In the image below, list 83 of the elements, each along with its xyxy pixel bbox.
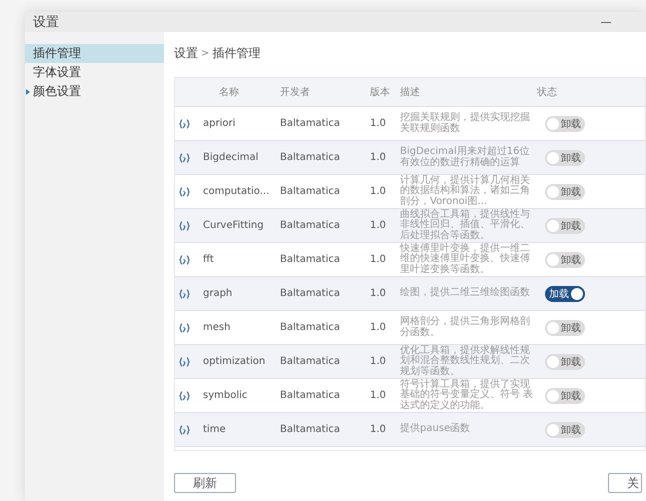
version-cell-text: 1.0 <box>370 424 387 435</box>
version-cell-text: 1.0 <box>370 152 387 163</box>
description-cell-text: 计算几何，提供计算几何相关的数据结构和算法，诸如三角剖分，Voronoi图... <box>400 176 531 208</box>
plugin-name: CurveFitting <box>203 220 265 231</box>
breadcrumb-item[interactable]: 设置 <box>174 44 198 62</box>
column-header: 开发者 <box>280 86 311 99</box>
function-icon <box>179 322 190 332</box>
load-toggle[interactable]: 卸载 <box>545 252 585 268</box>
version-cell-text: 1.0 <box>370 186 387 197</box>
close-button[interactable]: 关 <box>608 473 642 493</box>
sidebar-item[interactable]: 字体设置 <box>25 63 164 82</box>
table-row[interactable]: graph Baltamatica 1.0 绘图，提供二维三维绘图函数 加载 <box>175 277 645 311</box>
description-cell-text: BigDecimal用来对超过16位有效位的数进行精确的运算 <box>400 147 530 168</box>
version-cell-text: 1.0 <box>370 356 387 367</box>
version-cell-text: 1.0 <box>370 254 387 265</box>
load-toggle[interactable]: 卸载 <box>545 116 585 132</box>
function-icon <box>179 424 190 434</box>
load-toggle[interactable]: 卸载 <box>545 218 585 234</box>
plugin-name: mesh <box>203 322 232 333</box>
table-row[interactable]: optimization Baltamatica 1.0 优化工具箱，提供求解线性规划和混合整数线性规划、二次规划等函数。 卸载 <box>175 345 645 379</box>
table-row[interactable]: CurveFitting Baltamatica 1.0 曲线拟合工具箱，提供线性与非线性回归、插值、平滑化、后处理拟合等函数。 卸载 <box>175 209 645 243</box>
function-icon <box>179 254 190 264</box>
developer-cell-text: Baltamatica <box>280 288 342 299</box>
table-row[interactable]: Bigdecimal Baltamatica 1.0 BigDecimal用来对超过16位有效位的数进行精确的运算 卸载 <box>175 141 645 175</box>
version-cell-text: 1.0 <box>370 118 387 129</box>
caret-icon[interactable] <box>26 89 30 95</box>
developer-cell-text: Baltamatica <box>280 186 342 197</box>
description-cell-text: 符号计算工具箱，提供了实现基础的符号变量定义、符号 表达式的定义的功能。 <box>400 380 534 412</box>
developer-cell-text: Baltamatica <box>280 118 342 129</box>
description-cell-text: 绘图，提供二维三维绘图函数 <box>400 288 531 299</box>
load-toggle[interactable]: 卸载 <box>545 320 585 336</box>
description-cell-text: 网格剖分，提供三角形网格剖分函数。 <box>400 317 531 338</box>
table-row[interactable]: symbolic Baltamatica 1.0 符号计算工具箱，提供了实现基础的符号变量定义、符号 表达式的定义的功能。 卸载 <box>175 379 645 413</box>
developer-cell-text: Baltamatica <box>280 220 342 231</box>
window-title: 设置 <box>33 14 59 31</box>
function-icon <box>179 152 190 162</box>
breadcrumb-item: 插件管理 <box>212 44 260 62</box>
plugin-name: optimization <box>203 356 266 367</box>
load-toggle[interactable]: 卸载 <box>545 354 585 370</box>
table-row[interactable]: time Baltamatica 1.0 提供pause函数 卸载 <box>175 413 645 447</box>
sidebar-item[interactable]: 颜色设置 <box>25 82 164 101</box>
version-cell-text: 1.0 <box>370 220 387 231</box>
developer-cell-text: Baltamatica <box>280 390 342 401</box>
description-cell-text: 优化工具箱，提供求解线性规划和混合整数线性规划、二次规划等函数。 <box>400 346 531 378</box>
plugin-name: fft <box>203 254 215 265</box>
plugin-name: Bigdecimal <box>203 152 260 163</box>
column-header: 名称 <box>218 86 240 99</box>
developer-cell-text: Baltamatica <box>280 424 342 435</box>
developer-cell-text: Baltamatica <box>280 356 342 367</box>
load-toggle[interactable]: 卸载 <box>545 184 585 200</box>
plugin-name: time <box>203 424 227 435</box>
refresh-button[interactable]: 刷新 <box>174 473 236 493</box>
developer-cell-text: Baltamatica <box>280 152 342 163</box>
function-icon <box>179 186 190 196</box>
description-cell-text: 曲线拟合工具箱，提供线性与非线性回归、插值、平滑化、后处理拟合等函数。 <box>400 210 531 242</box>
version-cell-text: 1.0 <box>370 322 387 333</box>
function-icon <box>179 288 190 298</box>
load-toggle[interactable]: 加载 <box>545 286 585 302</box>
function-icon <box>179 220 190 230</box>
developer-cell-text: Baltamatica <box>280 254 342 265</box>
description-cell-text: 快速傅里叶变换，提供一维二维的快速傅里叶变换、快速傅里叶逆变换等函数。 <box>400 244 531 276</box>
table-row[interactable]: fft Baltamatica 1.0 快速傅里叶变换，提供一维二维的快速傅里叶变换、快速傅里叶逆变换等函数。 卸载 <box>175 243 645 277</box>
load-toggle[interactable]: 卸载 <box>545 388 585 404</box>
function-icon <box>179 118 190 128</box>
column-header: 描述 <box>400 86 421 99</box>
plugin-name: apriori <box>203 118 236 129</box>
breadcrumb-separator: > <box>201 48 210 58</box>
load-toggle[interactable]: 卸载 <box>545 422 585 438</box>
function-icon <box>179 356 190 366</box>
version-cell-text: 1.0 <box>370 288 387 299</box>
column-header: 状态 <box>537 86 558 99</box>
description-cell-text: 提供pause函数 <box>400 424 472 435</box>
sidebar-item[interactable]: 插件管理 <box>25 44 164 63</box>
column-header: 版本 <box>370 86 391 99</box>
plugin-name: symbolic <box>203 390 248 401</box>
table-row[interactable]: computatio... Baltamatica 1.0 计算几何，提供计算几何相关的数据结构和算法，诸如三角剖分，Voronoi图... 卸载 <box>175 175 645 209</box>
plugin-name: graph <box>203 288 234 299</box>
description-cell-text: 挖掘关联规则，提供实现挖掘关联规则函数 <box>400 113 531 134</box>
load-toggle[interactable]: 卸载 <box>545 150 585 166</box>
function-icon <box>179 390 190 400</box>
plugin-name: computatio... <box>203 186 270 197</box>
developer-cell-text: Baltamatica <box>280 322 342 333</box>
version-cell-text: 1.0 <box>370 390 387 401</box>
